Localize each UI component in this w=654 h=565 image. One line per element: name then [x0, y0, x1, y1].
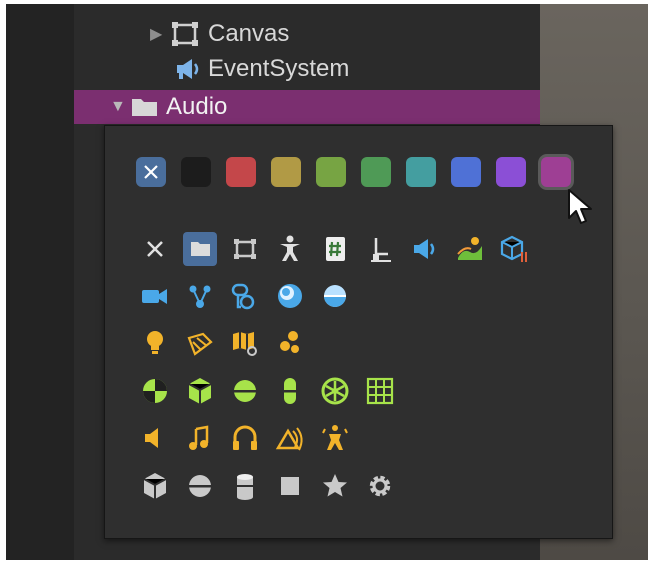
expand-arrow-icon[interactable]	[119, 4, 159, 10]
physics-material-icon[interactable]	[138, 374, 172, 408]
rect-transform-icon[interactable]	[228, 232, 262, 266]
expand-arrow-icon[interactable]: ▼	[110, 98, 130, 116]
hierarchy-item-eventsystem[interactable]: EventSystem	[174, 52, 349, 86]
color-swatch-dark-green[interactable]	[361, 157, 391, 187]
audio-reverb-icon[interactable]	[273, 421, 307, 455]
collapse-arrow-icon[interactable]: ▶	[150, 24, 170, 44]
script-icon[interactable]	[318, 232, 352, 266]
area-light-icon[interactable]	[273, 326, 307, 360]
cube-icon[interactable]	[138, 469, 172, 503]
wheel-collider-icon[interactable]	[318, 374, 352, 408]
audio-chorus-icon[interactable]	[318, 421, 352, 455]
capsule-collider-icon[interactable]	[273, 374, 307, 408]
camera-icon[interactable]	[138, 279, 172, 313]
color-swatch-black[interactable]	[181, 157, 211, 187]
audio-clip-icon[interactable]	[183, 421, 217, 455]
gear-icon[interactable]	[363, 469, 397, 503]
event-system-icon[interactable]	[408, 232, 442, 266]
humanoid-icon[interactable]	[273, 232, 307, 266]
audio-listener-icon[interactable]	[228, 421, 262, 455]
icon-picker-popup	[104, 125, 613, 539]
color-swatch-red[interactable]	[226, 157, 256, 187]
hierarchy-item-audio[interactable]: ▼ Audio	[74, 90, 540, 124]
rigidbody-icon[interactable]	[183, 374, 217, 408]
hierarchy-item-label: Canvas	[208, 20, 290, 47]
color-swatch-blue[interactable]	[451, 157, 481, 187]
left-panel-edge	[6, 4, 74, 560]
hierarchy-item-label: Audio	[166, 93, 228, 120]
color-swatch-magenta[interactable]	[541, 157, 571, 187]
directional-light-icon[interactable]	[183, 326, 217, 360]
light-probe-icon[interactable]	[183, 279, 217, 313]
light-map-icon[interactable]	[228, 326, 262, 360]
clear-icon[interactable]	[138, 232, 172, 266]
folder-icon	[132, 99, 157, 116]
skybox-icon[interactable]	[318, 279, 352, 313]
sphere-light-icon[interactable]	[273, 279, 307, 313]
event-system-icon	[177, 59, 199, 79]
hierarchy-item-canvas[interactable]: ▶ Canvas	[150, 17, 289, 51]
prefab-variant-icon[interactable]	[498, 232, 532, 266]
color-swatch-none[interactable]	[136, 157, 166, 187]
star-icon[interactable]	[318, 469, 352, 503]
color-swatch-green[interactable]	[316, 157, 346, 187]
sphere-icon[interactable]	[183, 469, 217, 503]
grid-collider-icon[interactable]	[363, 374, 397, 408]
hierarchy-item-label: EventSystem	[208, 55, 350, 82]
folder-icon[interactable]	[183, 232, 217, 266]
terrain-icon[interactable]	[453, 232, 487, 266]
quad-icon[interactable]	[273, 469, 307, 503]
audio-source-icon[interactable]	[138, 421, 172, 455]
bulb-icon[interactable]	[138, 326, 172, 360]
color-swatch-teal[interactable]	[406, 157, 436, 187]
sphere-collider-icon[interactable]	[228, 374, 262, 408]
clear-color-icon	[144, 165, 158, 179]
transform-gizmo-icon[interactable]	[363, 232, 397, 266]
cylinder-icon[interactable]	[228, 469, 262, 503]
color-swatch-yellow[interactable]	[271, 157, 301, 187]
mouse-pointer-icon	[568, 189, 592, 224]
color-swatch-purple[interactable]	[496, 157, 526, 187]
reflection-icon[interactable]	[228, 279, 262, 313]
canvas-icon	[172, 22, 198, 46]
